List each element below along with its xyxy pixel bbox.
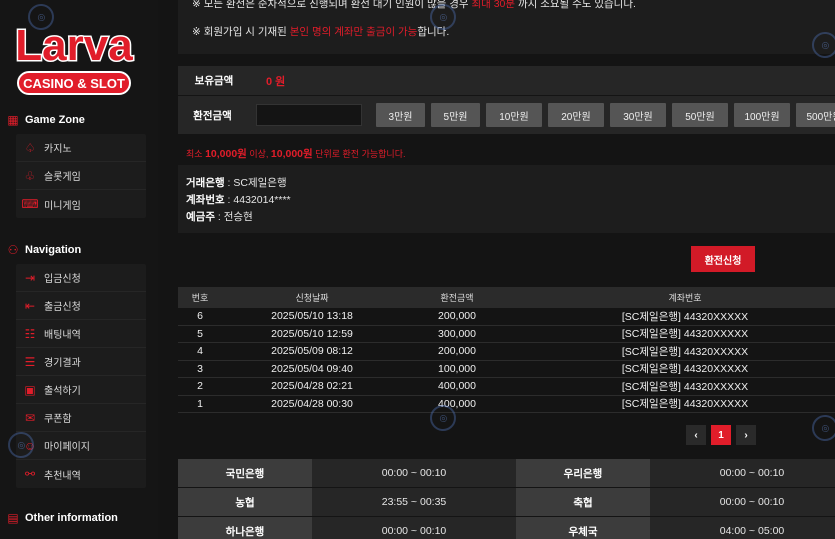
logo-word: Larva: [15, 21, 133, 70]
quick-amount-buttons: 3만원 5만원 10만원 20만원 30만원 50만원 100만원 500만원: [376, 103, 835, 127]
notice-line-1: ※ 모든 환전은 순차적으로 진행되며 환전 대기 인원이 많을 경우 최대 3…: [192, 0, 636, 10]
sidebar-item-casino[interactable]: ♤ 카지노: [16, 134, 146, 162]
slot-machine-icon: ▦: [7, 113, 19, 127]
table-row: 하나은행 00:00 ~ 00:10 우체국 04:00 ~ 05:00: [178, 517, 835, 539]
exchange-row: 환전금액 3만원 5만원 10만원 20만원 30만원 50만원 100만원 5…: [178, 96, 835, 134]
bet-history-icon: ☷: [24, 326, 36, 341]
quick-amount-button[interactable]: 5만원: [431, 103, 480, 127]
quick-amount-button[interactable]: 10만원: [486, 103, 542, 127]
game-zone-section: ▦ Game Zone ♤ 카지노 ♧ 슬롯게임 ⌨ 미니게임: [0, 110, 158, 218]
sidebar-item-withdraw[interactable]: ⇤ 출금신청: [16, 292, 146, 320]
pagination: ‹ 1 ›: [686, 425, 761, 445]
info-icon: ▤: [7, 511, 19, 525]
notice-line-2: ※ 회원가입 시 기재된 본인 명의 계좌만 출금이 가능합니다.: [192, 26, 450, 38]
quick-amount-button[interactable]: 20만원: [548, 103, 604, 127]
table-row: 국민은행 00:00 ~ 00:10 우리은행 00:00 ~ 00:10: [178, 459, 835, 487]
balance-label: 보유금액: [194, 75, 234, 87]
page-1-button[interactable]: 1: [711, 425, 731, 445]
withdraw-main: ※ 모든 환전은 순차적으로 진행되며 환전 대기 인원이 많을 경우 최대 3…: [178, 0, 835, 539]
notice-box: ※ 모든 환전은 순차적으로 진행되며 환전 대기 인원이 많을 경우 최대 3…: [178, 0, 835, 54]
table-row: 6 2025/05/10 13:18 200,000 [SC제일은행] 44320XX…: [178, 308, 835, 326]
min-amount-note: 최소 10,000원 이상, 10,000원 단위로 환전 가능합니다.: [186, 148, 406, 160]
withdraw-icon: ⇤: [24, 298, 36, 313]
withdraw-history-table: 번호 신청날짜 환전금액 계좌번호 6 2025/05/10 13:18 200,0…: [178, 287, 835, 413]
sidebar-item-minigame[interactable]: ⌨ 미니게임: [16, 190, 146, 218]
quick-amount-button[interactable]: 500만원: [796, 103, 835, 127]
account-number-line: 계좌번호 : 4432014****: [186, 194, 291, 206]
clover-icon: ♧: [24, 168, 36, 183]
table-row: 3 2025/05/04 09:40 100,000 [SC제일은행] 44320XX…: [178, 361, 835, 378]
table-row: 농협 23:55 ~ 00:35 축협 00:00 ~ 00:10: [178, 488, 835, 516]
logo-subtitle: CASINO & SLOT: [23, 76, 125, 91]
spade-icon: ♤: [24, 140, 36, 155]
referral-icon: ⚯: [24, 467, 36, 481]
game-zone-heading: ▦ Game Zone: [7, 113, 85, 127]
balance-row: 보유금액 0 원: [178, 66, 835, 95]
sidebar-item-results[interactable]: ☰ 경기결과: [16, 348, 146, 376]
other-info-heading[interactable]: ▤ Other information: [0, 508, 158, 528]
deposit-icon: ⇥: [24, 270, 36, 285]
other-info-section: ▤ Other information: [0, 508, 158, 528]
sidebar-item-bet-history[interactable]: ☷ 배팅내역: [16, 320, 146, 348]
table-row: 2 2025/04/28 02:21 400,000 [SC제일은행] 44320XX…: [178, 378, 835, 396]
game-zone-list: ♤ 카지노 ♧ 슬롯게임 ⌨ 미니게임: [16, 134, 146, 218]
result-icon: ☰: [24, 354, 36, 369]
quick-amount-button[interactable]: 3만원: [376, 103, 425, 127]
navigation-heading: ⚇ Navigation: [7, 243, 82, 257]
sidebar-item-deposit[interactable]: ⇥ 입금신청: [16, 264, 146, 292]
page-root: Larva CASINO & SLOT ▦ Game Zone ♤ 카지노 ♧ 슬롯게…: [0, 0, 835, 539]
bank-name-line: 거래은행 : SC제일은행: [186, 177, 287, 189]
quick-amount-button[interactable]: 30만원: [610, 103, 666, 127]
sidebar-item-coupons[interactable]: ✉ 쿠폰함: [16, 404, 146, 432]
prev-page-button[interactable]: ‹: [686, 425, 706, 445]
bank-info-box: 거래은행 : SC제일은행 계좌번호 : 4432014**** 예금주 : 전…: [178, 165, 835, 233]
table-row: 5 2025/05/10 12:59 300,000 [SC제일은행] 44320XX…: [178, 326, 835, 343]
exchange-label: 환전금액: [193, 109, 232, 122]
calendar-icon: ▣: [24, 382, 36, 397]
quick-amount-button[interactable]: 100만원: [734, 103, 790, 127]
sidebar-item-mypage[interactable]: ☺ 마이페이지: [16, 432, 146, 460]
apply-withdraw-button[interactable]: 환전신청: [691, 246, 755, 272]
sidebar-item-attendance[interactable]: ▣ 출석하기: [16, 376, 146, 404]
table-row: 1 2025/04/28 00:30 400,000 [SC제일은행] 44320XX…: [178, 396, 835, 413]
table-row: 4 2025/05/09 08:12 200,000 [SC제일은행] 44320XX…: [178, 343, 835, 361]
exchange-amount-input[interactable]: [256, 104, 362, 126]
quick-amount-button[interactable]: 50만원: [672, 103, 728, 127]
bank-maintenance-table: 국민은행 00:00 ~ 00:10 우리은행 00:00 ~ 00:10 농협…: [178, 459, 835, 539]
coupon-icon: ✉: [24, 410, 36, 425]
table-header: 번호 신청날짜 환전금액 계좌번호: [178, 287, 835, 308]
next-page-button[interactable]: ›: [736, 425, 756, 445]
sidebar: Larva CASINO & SLOT ▦ Game Zone ♤ 카지노 ♧ 슬롯게…: [0, 0, 158, 539]
navigation-list: ⇥ 입금신청 ⇤ 출금신청 ☷ 배팅내역 ☰ 경기결과 ▣ 출석하기 ✉ 쿠폰함 ☺ 마이페이…: [16, 264, 146, 488]
sidebar-item-referrals[interactable]: ⚯ 추천내역: [16, 460, 146, 488]
larva-logo[interactable]: Larva CASINO & SLOT: [4, 10, 144, 100]
gamepad-icon: ⌨: [21, 197, 39, 211]
sidebar-item-slot[interactable]: ♧ 슬롯게임: [16, 162, 146, 190]
balance-value: 0 원: [266, 75, 286, 88]
network-icon: ⚇: [7, 243, 19, 257]
account-holder-line: 예금주 : 전승현: [186, 211, 253, 223]
